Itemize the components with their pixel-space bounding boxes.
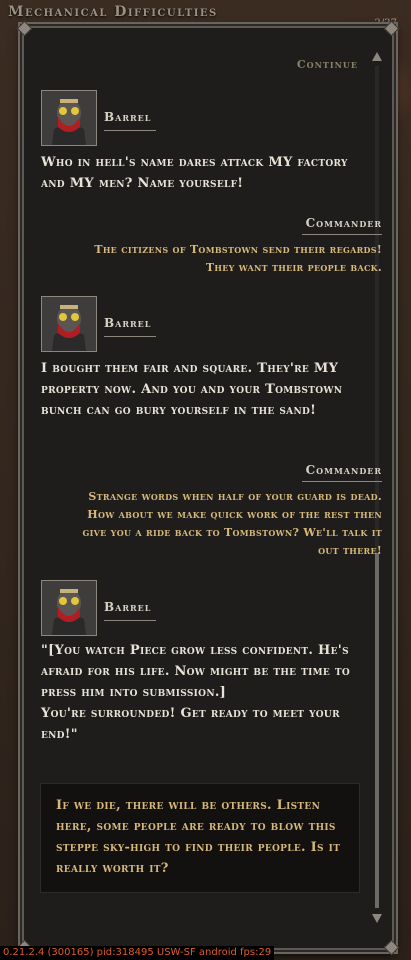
choice-text[interactable]: If we die, there will be others. Listen … xyxy=(56,795,346,879)
player-dialog-text: The citizens of Tombstown send their reg… xyxy=(94,243,382,274)
scroll-thumb[interactable] xyxy=(375,553,379,908)
barrel-portrait xyxy=(41,296,97,352)
npc-dialog-text: Who in hell's name dares attack MY facto… xyxy=(41,155,348,191)
dialog-window: Continue Barrel Who in hell's name dares… xyxy=(16,20,400,956)
speaker-name: Commander xyxy=(305,216,382,230)
speaker-divider xyxy=(104,336,156,337)
npc-dialog-text: I bought them fair and square. They're M… xyxy=(41,361,343,418)
speaker-divider xyxy=(104,620,156,621)
quest-title: Mechanical Difficulties xyxy=(8,4,218,20)
scroll-down-arrow-icon[interactable] xyxy=(372,914,382,923)
dialog-scrollbar[interactable] xyxy=(372,48,382,923)
npc-dialog-text: "[You watch Piece grow less confident. H… xyxy=(41,643,351,742)
speaker-divider xyxy=(302,234,382,235)
dialog-choice-option[interactable]: If we die, there will be others. Listen … xyxy=(40,783,360,893)
speaker-name: Commander xyxy=(305,463,382,477)
barrel-portrait xyxy=(41,90,97,146)
speaker-name: Barrel xyxy=(104,316,152,330)
speaker-divider xyxy=(302,481,382,482)
continue-button[interactable]: Continue xyxy=(297,58,358,71)
player-dialog-text: Strange words when half of your guard is… xyxy=(82,490,382,557)
debug-overlay: 0.21.2.4 (300165) pid:318495 USW-SF andr… xyxy=(0,946,275,960)
barrel-portrait xyxy=(41,580,97,636)
speaker-divider xyxy=(104,130,156,131)
speaker-name: Barrel xyxy=(104,600,152,614)
speaker-name: Barrel xyxy=(104,110,152,124)
scroll-up-arrow-icon[interactable] xyxy=(372,52,382,61)
